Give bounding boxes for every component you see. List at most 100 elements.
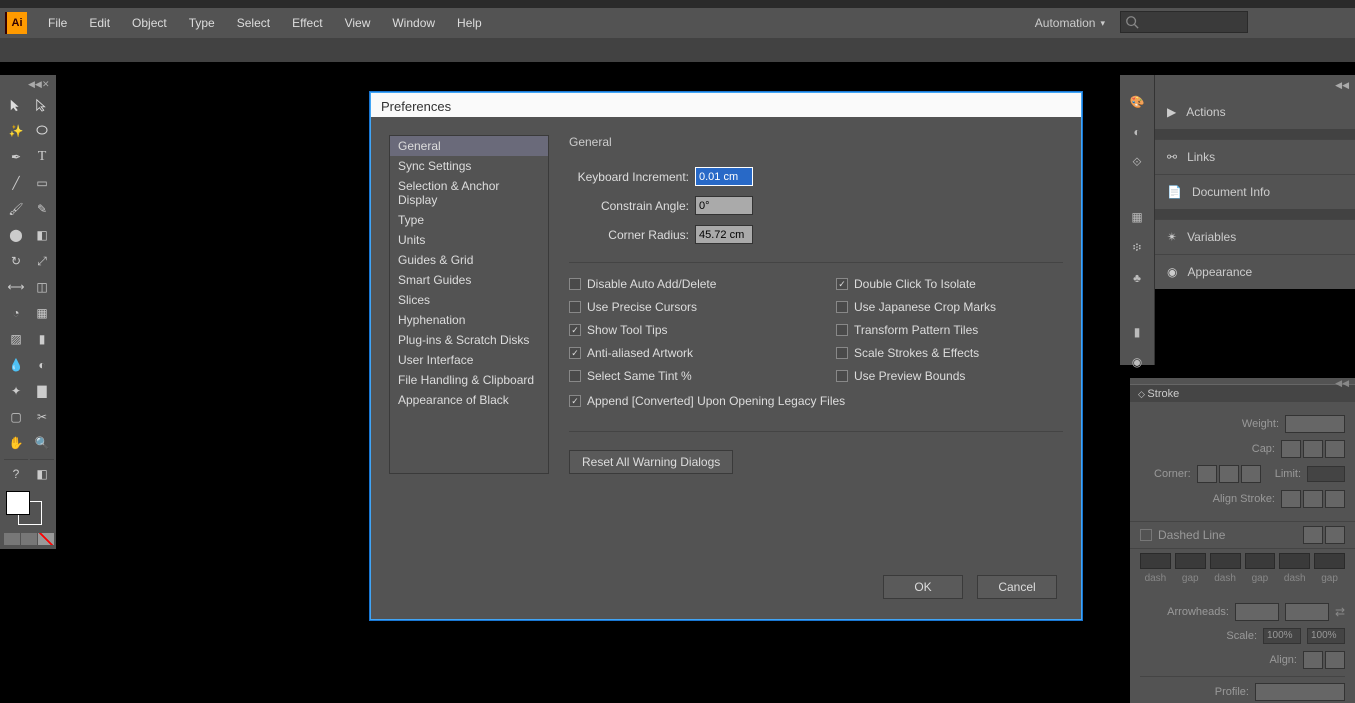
category-guides-grid[interactable]: Guides & Grid bbox=[390, 250, 548, 270]
dashed-checkbox[interactable] bbox=[1140, 529, 1152, 541]
rectangle-tool[interactable]: ▭ bbox=[30, 171, 54, 195]
scale-tool[interactable]: ⤢ bbox=[30, 249, 54, 273]
menu-effect[interactable]: Effect bbox=[281, 16, 333, 30]
symbols-panel-icon[interactable]: ▦ bbox=[1131, 210, 1142, 224]
right-checkbox-3[interactable]: Scale Strokes & Effects bbox=[836, 346, 1063, 360]
category-user-interface[interactable]: User Interface bbox=[390, 350, 548, 370]
panel-appearance[interactable]: ◉Appearance bbox=[1155, 254, 1355, 289]
corner-miter[interactable] bbox=[1197, 465, 1217, 483]
panel-document-info[interactable]: 📄Document Info bbox=[1155, 174, 1355, 209]
left-checkbox-3[interactable]: Anti-aliased Artwork bbox=[569, 346, 796, 360]
cap-round[interactable] bbox=[1303, 440, 1323, 458]
column-graph-tool[interactable]: ▇ bbox=[30, 379, 54, 403]
blob-brush-tool[interactable]: ⬤ bbox=[4, 223, 28, 247]
category-sync-settings[interactable]: Sync Settings bbox=[390, 156, 548, 176]
align-inside[interactable] bbox=[1303, 490, 1323, 508]
right-checkbox-2[interactable]: Transform Pattern Tiles bbox=[836, 323, 1063, 337]
right-checkbox-0[interactable]: Double Click To Isolate bbox=[836, 277, 1063, 291]
dash-1[interactable] bbox=[1140, 553, 1171, 569]
graphic-styles-icon[interactable]: ♣ bbox=[1133, 271, 1141, 285]
cap-proj[interactable] bbox=[1325, 440, 1345, 458]
none-mode[interactable] bbox=[38, 533, 54, 545]
direct-selection-tool[interactable] bbox=[30, 93, 54, 117]
category-selection-anchor-display[interactable]: Selection & Anchor Display bbox=[390, 176, 548, 210]
swatches-panel-icon[interactable]: ◐ bbox=[1133, 125, 1140, 139]
append-converted-checkbox[interactable]: Append [Converted] Upon Opening Legacy F… bbox=[569, 394, 1063, 408]
search-input[interactable] bbox=[1120, 11, 1248, 33]
shape-builder-tool[interactable]: ◔ bbox=[4, 301, 28, 325]
gradient-tool[interactable]: ▮ bbox=[30, 327, 54, 351]
free-transform-tool[interactable]: ◫ bbox=[30, 275, 54, 299]
fill-stroke-swatch[interactable] bbox=[4, 491, 52, 525]
category-hyphenation[interactable]: Hyphenation bbox=[390, 310, 548, 330]
slice-tool[interactable]: ✂ bbox=[30, 405, 54, 429]
left-checkbox-2[interactable]: Show Tool Tips bbox=[569, 323, 796, 337]
profile-select[interactable] bbox=[1255, 683, 1345, 701]
menu-view[interactable]: View bbox=[334, 16, 382, 30]
stroke-tab[interactable]: Stroke bbox=[1138, 388, 1179, 400]
scale-a[interactable]: 100% bbox=[1263, 628, 1301, 644]
magic-wand-tool[interactable]: ✨ bbox=[4, 119, 28, 143]
left-checkbox-1[interactable]: Use Precise Cursors bbox=[569, 300, 796, 314]
category-general[interactable]: General bbox=[390, 136, 548, 156]
right-checkbox-4[interactable]: Use Preview Bounds bbox=[836, 369, 1063, 383]
gradient-mode[interactable] bbox=[21, 533, 37, 545]
category-units[interactable]: Units bbox=[390, 230, 548, 250]
menu-object[interactable]: Object bbox=[121, 16, 178, 30]
lasso-tool[interactable] bbox=[30, 119, 54, 143]
color-mode[interactable] bbox=[4, 533, 20, 545]
eyedropper-tool[interactable]: 💧 bbox=[4, 353, 28, 377]
limit-input[interactable] bbox=[1307, 466, 1345, 482]
panel-actions[interactable]: ▶Actions bbox=[1155, 95, 1355, 129]
panel-variables[interactable]: ✴Variables bbox=[1155, 219, 1355, 254]
toggle-tool[interactable]: ◧ bbox=[30, 459, 54, 485]
category-appearance-of-black[interactable]: Appearance of Black bbox=[390, 390, 548, 410]
align-outside[interactable] bbox=[1325, 490, 1345, 508]
weight-input[interactable] bbox=[1285, 415, 1345, 433]
category-plug-ins-scratch-disks[interactable]: Plug-ins & Scratch Disks bbox=[390, 330, 548, 350]
line-tool[interactable]: ╱ bbox=[4, 171, 28, 195]
menu-type[interactable]: Type bbox=[178, 16, 226, 30]
category-file-handling-clipboard[interactable]: File Handling & Clipboard bbox=[390, 370, 548, 390]
reset-warnings-button[interactable]: Reset All Warning Dialogs bbox=[569, 450, 733, 474]
menu-help[interactable]: Help bbox=[446, 16, 493, 30]
hand-tool[interactable]: ✋ bbox=[4, 431, 28, 455]
menu-window[interactable]: Window bbox=[381, 16, 446, 30]
gap-2[interactable] bbox=[1245, 553, 1276, 569]
align-b[interactable] bbox=[1325, 651, 1345, 669]
arrow-start[interactable] bbox=[1235, 603, 1279, 621]
gradient-panel-icon[interactable]: ▮ bbox=[1134, 325, 1141, 339]
left-checkbox-0[interactable]: Disable Auto Add/Delete bbox=[569, 277, 796, 291]
menu-edit[interactable]: Edit bbox=[78, 16, 121, 30]
brushes-panel-icon[interactable]: ፨ bbox=[1133, 240, 1141, 255]
corner-bevel[interactable] bbox=[1241, 465, 1261, 483]
zoom-tool[interactable]: 🔍 bbox=[30, 431, 54, 455]
dash-3[interactable] bbox=[1279, 553, 1310, 569]
menu-file[interactable]: File bbox=[37, 16, 78, 30]
appearance-panel-icon[interactable]: ◉ bbox=[1132, 355, 1142, 369]
eraser-tool[interactable]: ◧ bbox=[30, 223, 54, 247]
cap-butt[interactable] bbox=[1281, 440, 1301, 458]
keyboard-increment-input[interactable] bbox=[695, 167, 753, 186]
mesh-tool[interactable]: ▨ bbox=[4, 327, 28, 351]
pen-tool[interactable]: ✒ bbox=[4, 145, 28, 169]
corner-radius-input[interactable] bbox=[695, 225, 753, 244]
swap-icon[interactable]: ⇄ bbox=[1335, 605, 1345, 619]
rotate-tool[interactable]: ↻ bbox=[4, 249, 28, 273]
color-panel-icon[interactable]: 🎨 bbox=[1130, 95, 1145, 109]
ok-button[interactable]: OK bbox=[883, 575, 963, 599]
blend-tool[interactable]: ◐ bbox=[30, 353, 54, 377]
panel-links[interactable]: ⚯Links bbox=[1155, 139, 1355, 174]
scale-b[interactable]: 100% bbox=[1307, 628, 1345, 644]
constrain-angle-input[interactable] bbox=[695, 196, 753, 215]
gap-3[interactable] bbox=[1314, 553, 1345, 569]
right-checkbox-1[interactable]: Use Japanese Crop Marks bbox=[836, 300, 1063, 314]
stroke-panel-icon[interactable]: ⟐ bbox=[1132, 155, 1141, 170]
arrow-end[interactable] bbox=[1285, 603, 1329, 621]
type-tool[interactable]: T bbox=[30, 145, 54, 169]
perspective-tool[interactable]: ▦ bbox=[30, 301, 54, 325]
paintbrush-tool[interactable]: 🖌 bbox=[4, 197, 28, 221]
selection-tool[interactable] bbox=[4, 93, 28, 117]
artboard-tool[interactable]: ▢ bbox=[4, 405, 28, 429]
category-type[interactable]: Type bbox=[390, 210, 548, 230]
